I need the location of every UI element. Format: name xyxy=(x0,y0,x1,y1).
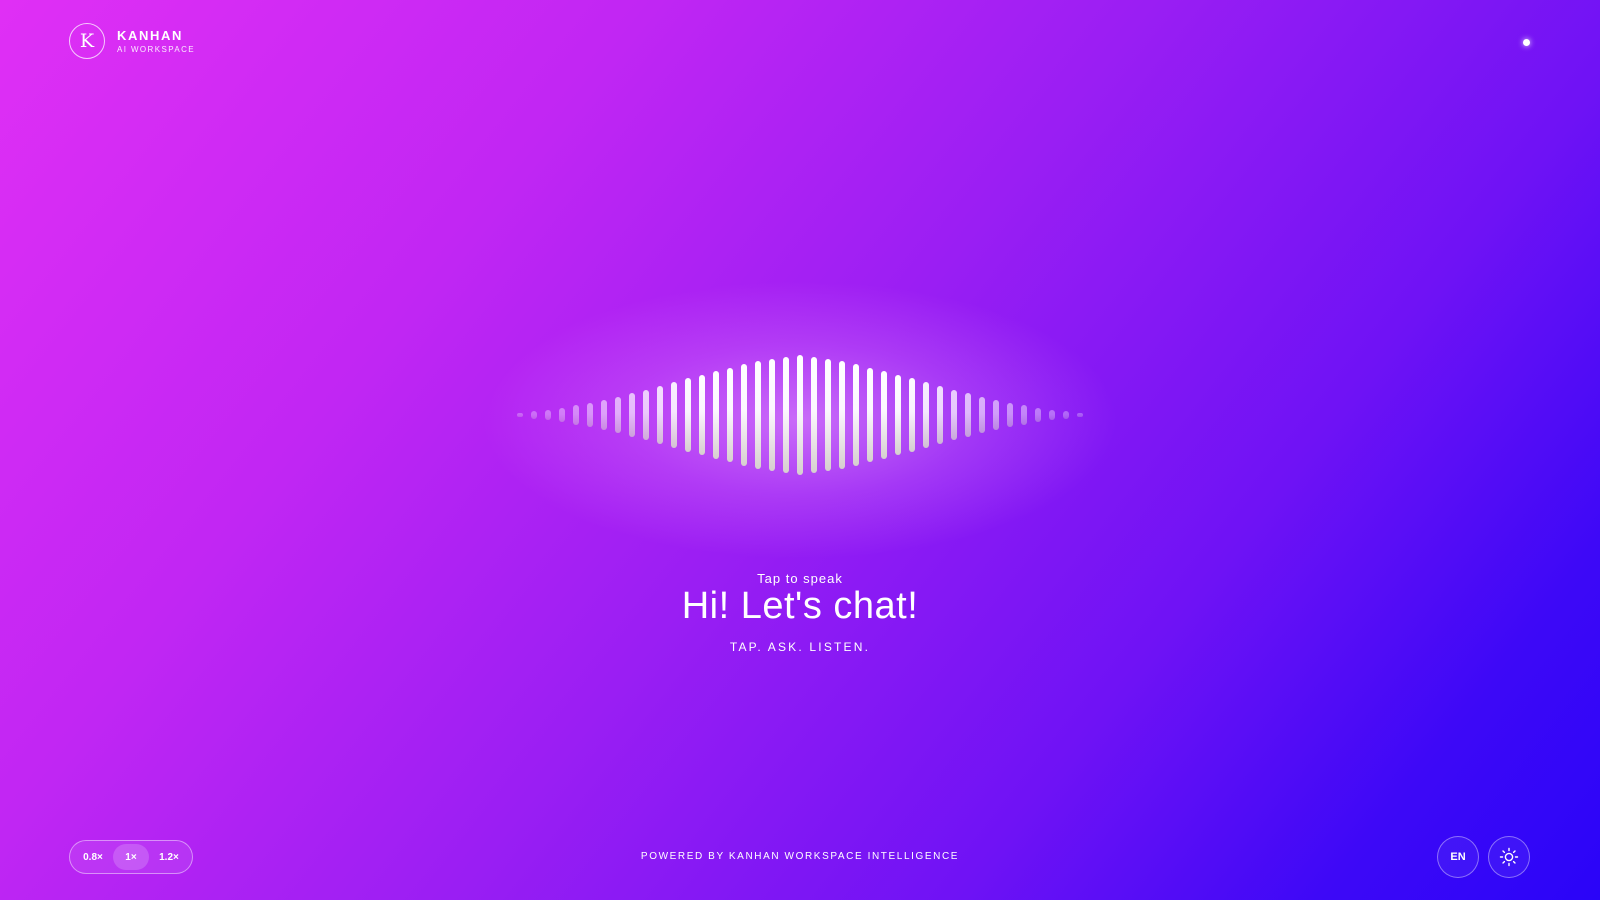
waveform-bar xyxy=(615,397,621,433)
waveform-bar xyxy=(965,393,971,437)
waveform-bar xyxy=(1035,407,1041,423)
waveform-bar xyxy=(601,400,607,430)
waveform-bar xyxy=(811,356,817,474)
waveform-bar xyxy=(531,411,537,419)
tagline: TAP. ASK. LISTEN. xyxy=(729,640,871,654)
waveform-bar xyxy=(741,364,747,466)
waveform-bar xyxy=(867,367,873,463)
waveform-bar xyxy=(1077,413,1083,417)
waveform-bar xyxy=(1021,405,1027,425)
waveform-bar xyxy=(685,378,691,452)
waveform-bar xyxy=(699,374,705,456)
brand-logo: K xyxy=(69,23,105,59)
waveform-bar xyxy=(629,393,635,437)
waveform-bar xyxy=(797,355,803,475)
waveform-bar xyxy=(825,358,831,472)
waveform-bar xyxy=(1063,411,1069,419)
waveform-bar xyxy=(587,403,593,427)
waveform-bar xyxy=(839,361,845,469)
waveform-bar xyxy=(783,356,789,474)
waveform-bar xyxy=(979,397,985,433)
brand-subtitle: AI WORKSPACE xyxy=(117,44,195,54)
waveform-bar xyxy=(937,386,943,444)
headline: Hi! Let's chat! xyxy=(681,585,919,627)
waveform-bar xyxy=(881,371,887,459)
powered-by-note: POWERED BY KANHAN WORKSPACE INTELLIGENCE xyxy=(640,851,960,862)
waveform-bar xyxy=(727,367,733,463)
waveform-bar xyxy=(923,382,929,448)
waveform-bar xyxy=(657,386,663,444)
waveform-bar xyxy=(755,361,761,469)
waveform-bar xyxy=(909,378,915,452)
brand: K KANHAN AI WORKSPACE xyxy=(69,23,195,59)
waveform-bar xyxy=(951,389,957,441)
waveform-bar xyxy=(713,371,719,459)
brand-name: KANHAN xyxy=(117,27,183,43)
waveform-bar xyxy=(1007,403,1013,427)
status-indicator-dot xyxy=(1523,39,1530,46)
waveform-bar xyxy=(573,405,579,425)
waveform-bar xyxy=(769,358,775,472)
waveform-bar xyxy=(853,364,859,466)
waveform-bar xyxy=(643,389,649,441)
waveform-bar xyxy=(993,400,999,430)
waveform-bar xyxy=(545,409,551,421)
waveform-bar xyxy=(671,382,677,448)
brand-text: KANHAN AI WORKSPACE xyxy=(117,28,195,55)
tap-to-speak-label: Tap to speak xyxy=(757,571,843,586)
sun-icon xyxy=(1499,847,1519,867)
waveform-bar xyxy=(559,407,565,423)
waveform-bar xyxy=(895,374,901,456)
waveform-bar xyxy=(517,413,523,417)
voice-waveform-button[interactable] xyxy=(500,350,1100,480)
waveform-bar xyxy=(1049,409,1055,421)
language-button[interactable]: EN xyxy=(1437,836,1479,878)
theme-toggle-button[interactable] xyxy=(1488,836,1530,878)
